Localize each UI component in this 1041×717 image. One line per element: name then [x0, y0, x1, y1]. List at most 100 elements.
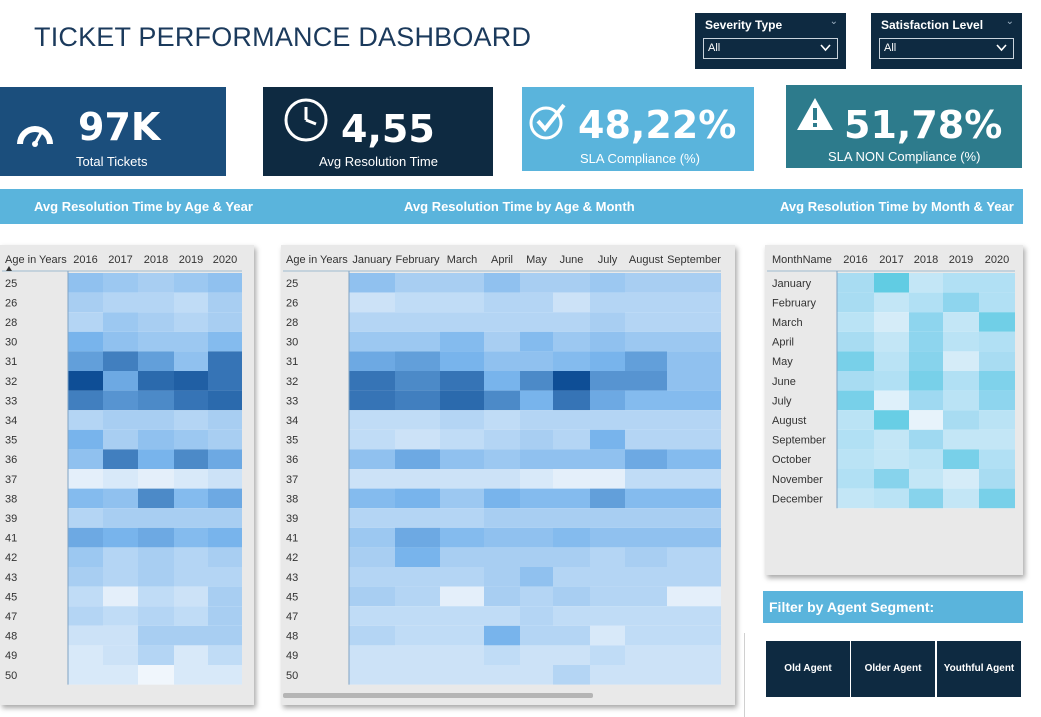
heatmap-cell	[484, 312, 520, 332]
heatmap-cell	[138, 429, 174, 450]
heatmap-cell	[625, 312, 667, 332]
row-label: 35	[286, 435, 298, 447]
heatmap-cell	[667, 331, 721, 352]
heatmap-cell	[208, 606, 242, 626]
heatmap-cell	[553, 292, 590, 313]
heatmap-cell	[520, 390, 553, 411]
heatmap-cell	[395, 527, 440, 548]
row-label: September	[772, 435, 826, 447]
collapse-chevron-icon[interactable]: ⌄	[830, 16, 838, 27]
heatmap-cell	[625, 292, 667, 313]
heatmap-cell	[979, 488, 1015, 509]
severity-type-slicer[interactable]: Severity Type ⌄ All	[695, 13, 846, 69]
row-label: November	[772, 474, 823, 486]
heatmap-cell	[590, 429, 625, 450]
heatmap-cell	[590, 292, 625, 313]
heatmap-cell	[667, 351, 721, 371]
row-label: August	[772, 415, 806, 427]
satisfaction-level-slicer[interactable]: Satisfaction Level ⌄ All	[871, 13, 1022, 69]
heatmap-cell	[520, 410, 553, 430]
heatmap-cell	[590, 527, 625, 548]
heatmap-cell	[395, 488, 440, 509]
heatmap-cell	[979, 449, 1015, 469]
heatmap-cell	[553, 488, 590, 509]
row-label: 35	[5, 435, 17, 447]
collapse-chevron-icon[interactable]: ⌄	[1006, 16, 1014, 27]
slicer-label: Satisfaction Level	[881, 18, 984, 32]
heatmap-cell	[440, 312, 484, 332]
row-label: 31	[286, 356, 298, 368]
heatmap-cell	[174, 567, 208, 587]
heatmap-cell	[349, 508, 395, 528]
heatmap-cell	[138, 351, 174, 371]
heatmap-cell	[484, 665, 520, 685]
heatmap-cell	[837, 371, 874, 391]
heatmap-cell	[484, 547, 520, 567]
heatmap-cell	[174, 371, 208, 391]
row-label: February	[772, 297, 817, 309]
heatmap-cell	[667, 273, 721, 293]
heatmap-cell	[590, 625, 625, 646]
row-label: 36	[286, 454, 298, 466]
row-label: 39	[5, 513, 17, 525]
heatmap-cell	[68, 547, 103, 567]
slicer-label: Severity Type	[705, 18, 783, 32]
heatmap-cell	[667, 547, 721, 567]
heatmap-cell	[349, 410, 395, 430]
heatmap-cell	[174, 645, 208, 665]
heatmap-cell	[395, 351, 440, 371]
heatmap-cell	[943, 312, 979, 332]
older-agent-button[interactable]: Older Agent	[851, 641, 935, 697]
heatmap-cell	[874, 429, 909, 450]
kpi-label: SLA Compliance (%)	[580, 151, 700, 166]
heatmap-cell	[395, 665, 440, 685]
heatmap-cell	[103, 547, 138, 567]
kpi-avg-resolution-time: 4,55 Avg Resolution Time	[263, 87, 493, 176]
row-label: December	[772, 493, 823, 505]
heatmap-cell	[484, 527, 520, 548]
heatmap-cell	[138, 567, 174, 587]
heatmap-cell	[208, 645, 242, 665]
heading-age-year: Avg Resolution Time by Age & Year	[34, 199, 253, 214]
heatmap-cell	[590, 567, 625, 587]
column-header-label: June	[560, 254, 584, 266]
divider	[744, 633, 745, 717]
kpi-sla-compliance: 48,22% SLA Compliance (%)	[522, 87, 754, 171]
heatmap-cell	[68, 429, 103, 450]
heatmap-cell	[484, 410, 520, 430]
row-label: January	[772, 278, 812, 290]
satisfaction-level-dropdown[interactable]: All	[879, 38, 1014, 59]
heatmap-cell	[837, 292, 874, 313]
heatmap-cell	[484, 331, 520, 352]
heatmap-cell	[103, 508, 138, 528]
youthful-agent-button[interactable]: Youthful Agent	[937, 641, 1021, 697]
heatmap-cell	[349, 645, 395, 665]
heatmap-cell	[553, 625, 590, 646]
severity-type-dropdown[interactable]: All	[703, 38, 838, 59]
heatmap-cell	[874, 488, 909, 509]
heatmap-cell	[68, 390, 103, 411]
heatmap-cell	[520, 606, 553, 626]
kpi-label: Avg Resolution Time	[319, 154, 438, 169]
heatmap-cell	[667, 625, 721, 646]
heading-age-month: Avg Resolution Time by Age & Month	[404, 199, 635, 214]
heatmap-cell	[208, 449, 242, 469]
row-label: 48	[5, 631, 17, 643]
heatmap-cell	[553, 371, 590, 391]
column-header-label: 2016	[843, 254, 867, 266]
heatmap-cell	[837, 351, 874, 371]
row-label: 34	[5, 415, 17, 427]
column-header-label: 2017	[108, 254, 132, 266]
heatmap-cell	[395, 508, 440, 528]
old-agent-button[interactable]: Old Agent	[766, 641, 850, 697]
heatmap-cell	[208, 527, 242, 548]
heatmap-cell	[395, 567, 440, 587]
heatmap-cell	[909, 273, 943, 293]
row-label: 37	[286, 474, 298, 486]
heatmap-cell	[590, 312, 625, 332]
heatmap-cell	[103, 312, 138, 332]
row-label: 37	[5, 474, 17, 486]
heatmap-cell	[590, 390, 625, 411]
heatmap-cell	[103, 449, 138, 469]
column-header-label: September	[667, 254, 721, 266]
